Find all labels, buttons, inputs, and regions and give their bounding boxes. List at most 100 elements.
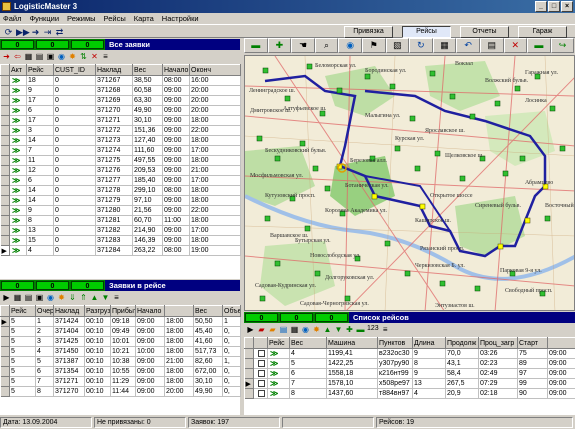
table-row[interactable]: ≫ 5 1422,25 у307ру90 8 43,1 02:23 89 09:00 [244,358,575,369]
import-icon[interactable]: ➜ [30,27,41,37]
checkbox[interactable] [257,389,265,397]
col-header[interactable]: Начало [135,305,165,317]
table-icon[interactable]: ▤ [24,293,33,302]
table-row[interactable]: ≫ 8 0 371281 60,70 11:00 18:00 [0,215,241,226]
col-header[interactable]: Очер [35,305,54,317]
menu-file[interactable]: Файл [3,13,21,24]
table-row[interactable]: 5 5 371387 00:10 10:38 09:00 21:00 82,60 1, [0,356,241,367]
arrow-right-icon[interactable]: ➜ [2,52,11,61]
globe-icon[interactable]: ◉ [338,38,362,53]
arrow-left-icon[interactable]: ⇦ [13,52,22,61]
active-flag-icon[interactable]: ≫ [9,135,27,146]
table-row[interactable]: ≫ 9 0 371268 60,58 09:00 20:00 [0,85,241,96]
globe-icon[interactable]: ◉ [301,325,310,334]
star-icon[interactable]: ✸ [57,293,66,302]
line-icon[interactable]: ▬ [527,38,551,53]
table-row[interactable]: ≫ 8 1437,60 т884вн97 4 20,9 02:18 90 09:00 [244,388,575,399]
row-checkbox[interactable] [253,378,268,389]
table-row[interactable]: ≫ 14 0 371279 97,10 09:00 18:00 [0,195,241,206]
delete-icon[interactable]: ✕ [503,38,528,53]
table-row[interactable]: ≫ 18 0 371267 38,50 08:00 16:00 [0,75,241,86]
globe-icon[interactable]: ◉ [57,52,66,61]
menu-map[interactable]: Карта [134,13,154,24]
col-header[interactable]: CUST_ID [53,64,96,76]
table-row[interactable]: 5 2 371404 00:10 09:49 09:00 18:00 45,40 0, [0,326,241,337]
active-flag-icon[interactable]: ≫ [9,195,27,206]
checkbox[interactable] [257,359,265,367]
active-flag-icon[interactable]: ≫ [267,388,290,399]
active-flag-icon[interactable]: ≫ [9,185,27,196]
table-row[interactable]: 5 6 371354 00:10 10:55 09:00 18:00 672,00 0, [0,366,241,377]
col-header[interactable]: Рейс [9,305,36,317]
maximize-button[interactable]: □ [548,1,560,12]
checkbox[interactable] [257,379,265,387]
active-flag-icon[interactable]: ≫ [267,378,290,389]
col-header[interactable]: Проц_загр [478,337,518,349]
forward-icon[interactable]: ▶▶ [16,27,30,37]
grid-icon[interactable]: ▦ [290,325,299,334]
col-header[interactable]: Прибыт [110,305,136,317]
col-header[interactable]: Машина [326,337,378,349]
truck-icon[interactable]: ▰ [257,325,266,334]
active-flag-icon[interactable]: ≫ [9,75,27,86]
undo-icon[interactable]: ↶ [456,38,480,53]
grid-icon[interactable]: ▦ [13,293,22,302]
play-icon[interactable]: ▶ [2,293,11,302]
table-row[interactable]: ≫ 6 1558,18 к216нт99 9 58,4 02:49 97 09:00 [244,368,575,379]
active-flag-icon[interactable]: ≫ [9,225,27,236]
col-header[interactable]: Рейс [267,337,290,349]
active-flag-icon[interactable]: ≫ [9,105,27,116]
menu-modes[interactable]: Режимы [67,13,96,24]
active-flag-icon[interactable]: ≫ [267,348,290,359]
save-icon[interactable]: ▣ [46,52,55,61]
col-header[interactable] [547,337,575,349]
row-checkbox[interactable] [253,348,268,359]
table-row[interactable]: ≫ 6 0 371270 49,90 09:00 20:00 [0,105,241,116]
star-icon[interactable]: ✸ [312,325,321,334]
doc-icon[interactable]: ▤ [479,38,504,53]
row-checkbox[interactable] [253,358,268,369]
col-header[interactable]: Объе [222,305,241,317]
table-row[interactable]: ▶ ≫ 4 0 371284 263,22 08:00 19:00 [0,245,241,256]
col-header[interactable]: Длина [412,337,446,349]
table-row[interactable]: 5 3 371425 00:10 10:01 09:00 18:00 41,60 0, [0,336,241,347]
table-row[interactable]: ≫ 6 0 371277 185,40 09:00 17:00 [0,175,241,186]
table-row[interactable]: ≫ 14 0 371278 299,10 08:00 18:00 [0,185,241,196]
active-flag-icon[interactable]: ≫ [267,368,290,379]
plus-icon[interactable]: ✚ [345,325,354,334]
filter-icon[interactable]: ▤ [35,52,44,61]
checkbox[interactable] [257,349,265,357]
active-flag-icon[interactable]: ≫ [9,115,27,126]
down-icon[interactable]: ▼ [334,325,343,334]
plus-icon[interactable]: ✚ [267,38,292,53]
zoom-icon[interactable]: ⌕ [314,38,339,53]
col-header[interactable]: Продолж [445,337,479,349]
col-header[interactable] [244,337,254,349]
table-row[interactable]: 5 7 371271 00:10 11:29 09:00 18:00 30,10 0, [0,376,241,387]
table-row[interactable]: ≫ 4 1199,41 в232ос30 9 70,0 03:26 75 09:00 [244,348,575,359]
col-header[interactable] [0,64,10,76]
refresh-icon[interactable]: ⟳ [3,27,14,37]
col-header[interactable] [164,305,194,317]
col-header[interactable]: Старт [517,337,548,349]
col-header[interactable]: Оконч [189,64,241,76]
col-header[interactable]: Вес [289,337,327,349]
active-flag-icon[interactable]: ≫ [9,155,27,166]
close-button[interactable]: × [561,1,573,12]
col-header[interactable]: Разгруз [84,305,111,317]
col-header[interactable]: Пунктов [377,337,413,349]
active-flag-icon[interactable]: ≫ [9,95,27,106]
active-flag-icon[interactable]: ≫ [9,145,27,156]
table-row[interactable]: 5 4 371450 00:10 10:21 10:00 18:00 517,73 0, [0,346,241,357]
table-row[interactable]: ≫ 17 0 371269 63,30 09:00 20:00 [0,95,241,106]
table-icon[interactable]: ▤ [279,325,288,334]
map-view[interactable]: Беломорская ул. Бородинская ул. Вокзал Лени… [244,55,575,311]
col-header[interactable] [0,305,10,317]
menu-trips[interactable]: Рейсы [104,13,126,24]
flag-icon[interactable]: ⚑ [361,38,386,53]
table-row[interactable]: ▶ ≫ 7 1578,10 х508ре97 13 267,5 07:29 99 09:00 [244,378,575,389]
col-header[interactable]: Вес [193,305,223,317]
table-row[interactable]: ▶ 5 1 371424 00:10 09:18 09:00 18:00 50,50 1 [0,316,241,327]
table-row[interactable]: ≫ 17 0 371271 30,10 09:00 18:00 [0,115,241,126]
table-row[interactable]: ≫ 15 0 371283 146,39 09:00 18:00 [0,235,241,246]
